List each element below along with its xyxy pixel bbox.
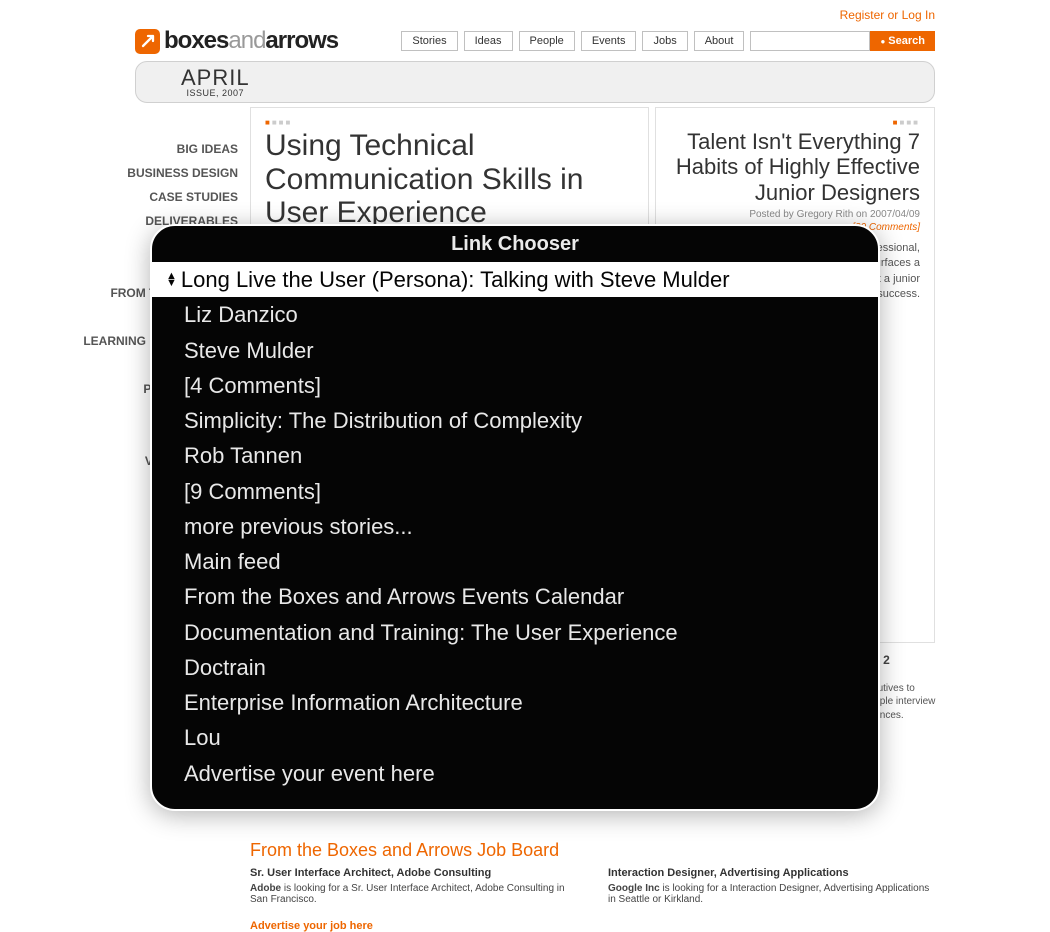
cat-business-design[interactable]: BUSINESS DESIGN bbox=[0, 161, 238, 185]
link-chooser-title: Link Chooser bbox=[152, 226, 878, 262]
job-2: Interaction Designer, Advertising Applic… bbox=[608, 867, 936, 905]
link-chooser-item[interactable]: Documentation and Training: The User Exp… bbox=[152, 615, 878, 650]
job-row: Sr. User Interface Architect, Adobe Cons… bbox=[250, 867, 936, 905]
job-1: Sr. User Interface Architect, Adobe Cons… bbox=[250, 867, 578, 905]
issue-sub: ISSUE, 2007 bbox=[181, 89, 250, 98]
cat-case-studies[interactable]: CASE STUDIES bbox=[0, 185, 238, 209]
job-1-title[interactable]: Sr. User Interface Architect, Adobe Cons… bbox=[250, 867, 578, 879]
link-chooser-item[interactable]: Enterprise Information Architecture bbox=[152, 685, 878, 720]
job-1-desc: Adobe is looking for a Sr. User Interfac… bbox=[250, 883, 578, 905]
nav-tab-stories[interactable]: Stories bbox=[401, 31, 457, 51]
dots-icon: ■■■■ bbox=[670, 118, 920, 127]
link-chooser-item[interactable]: Advertise your event here bbox=[152, 756, 878, 791]
link-chooser-item[interactable]: Simplicity: The Distribution of Complexi… bbox=[152, 403, 878, 438]
link-chooser-item[interactable]: Liz Danzico bbox=[152, 297, 878, 332]
logo-icon bbox=[135, 29, 160, 54]
nav-tab-people[interactable]: People bbox=[519, 31, 575, 51]
site-logo[interactable]: boxesandarrows bbox=[135, 27, 338, 55]
job-2-title[interactable]: Interaction Designer, Advertising Applic… bbox=[608, 867, 936, 879]
link-chooser-item[interactable]: Rob Tannen bbox=[152, 438, 878, 473]
nav-tabs: Stories Ideas People Events Jobs About bbox=[401, 31, 744, 51]
nav-tab-ideas[interactable]: Ideas bbox=[464, 31, 513, 51]
link-chooser-item[interactable]: From the Boxes and Arrows Events Calenda… bbox=[152, 579, 878, 614]
nav-tab-events[interactable]: Events bbox=[581, 31, 637, 51]
link-chooser-item[interactable]: Steve Mulder bbox=[152, 333, 878, 368]
advertise-job-link[interactable]: Advertise your job here bbox=[250, 920, 936, 932]
top-bar: Register or Log In bbox=[0, 0, 1050, 27]
nav-and-search: Stories Ideas People Events Jobs About S… bbox=[401, 31, 935, 51]
link-chooser-item[interactable]: [9 Comments] bbox=[152, 474, 878, 509]
link-chooser-modal: Link Chooser ▲▼ Long Live the User (Pers… bbox=[150, 224, 880, 811]
cat-big-ideas[interactable]: BIG IDEAS bbox=[0, 137, 238, 161]
link-chooser-item[interactable]: Main feed bbox=[152, 544, 878, 579]
search-button[interactable]: Search bbox=[870, 31, 935, 51]
link-chooser-item[interactable]: [4 Comments] bbox=[152, 368, 878, 403]
updown-icon: ▲▼ bbox=[166, 273, 177, 286]
job-board-header[interactable]: From the Boxes and Arrows Job Board bbox=[250, 840, 936, 861]
link-chooser-item[interactable]: more previous stories... bbox=[152, 509, 878, 544]
link-chooser-item-selected[interactable]: ▲▼ Long Live the User (Persona): Talking… bbox=[152, 262, 878, 297]
search-input[interactable] bbox=[750, 31, 870, 51]
side-article-title[interactable]: Talent Isn't Everything 7 Habits of High… bbox=[670, 129, 920, 205]
issue-bar: APRIL ISSUE, 2007 bbox=[135, 61, 935, 103]
link-chooser-list: ▲▼ Long Live the User (Persona): Talking… bbox=[152, 262, 878, 791]
nav-tab-jobs[interactable]: Jobs bbox=[642, 31, 687, 51]
dots-icon: ■■■■ bbox=[265, 118, 634, 127]
register-login-link[interactable]: Register or Log In bbox=[840, 8, 935, 22]
link-chooser-item[interactable]: Lou bbox=[152, 720, 878, 755]
nav-tab-about[interactable]: About bbox=[694, 31, 745, 51]
main-article-title[interactable]: Using Technical Communication Skills in … bbox=[265, 129, 634, 230]
logo-text: boxesandarrows bbox=[164, 27, 338, 55]
header: boxesandarrows Stories Ideas People Even… bbox=[0, 27, 1050, 55]
job-2-desc: Google Inc is looking for a Interaction … bbox=[608, 883, 936, 905]
issue-month: APRIL bbox=[181, 67, 250, 89]
link-chooser-item[interactable]: Doctrain bbox=[152, 650, 878, 685]
side-article-meta: Posted by Gregory Rith on 2007/04/09 bbox=[670, 209, 920, 220]
search-box: Search bbox=[750, 31, 935, 51]
